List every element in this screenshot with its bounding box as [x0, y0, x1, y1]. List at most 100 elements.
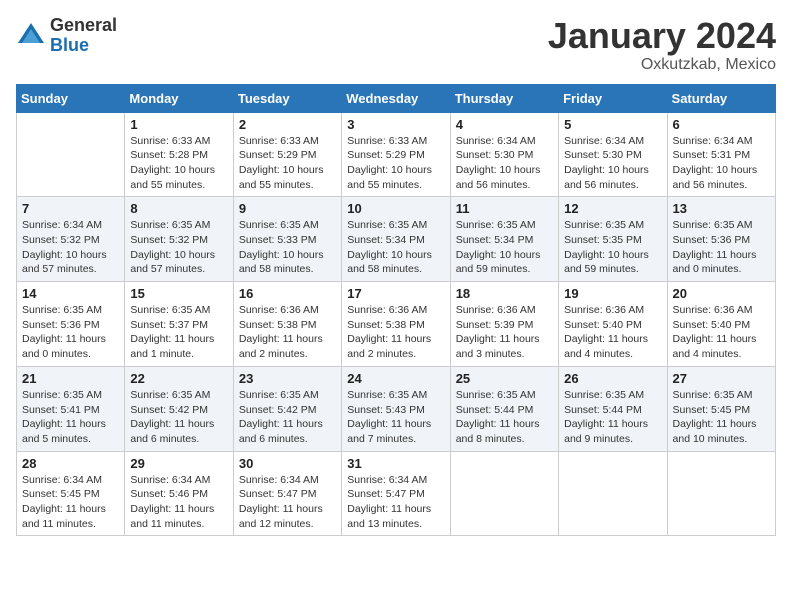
day-info: Sunrise: 6:34 AM Sunset: 5:31 PM Dayligh… [673, 134, 770, 193]
calendar-cell: 12 Sunrise: 6:35 AM Sunset: 5:35 PM Dayli… [559, 197, 667, 282]
logo-text: General Blue [50, 16, 117, 56]
calendar-cell [559, 451, 667, 536]
day-number: 16 [239, 286, 336, 301]
month-title: January 2024 [548, 16, 776, 56]
header-thursday: Thursday [450, 84, 558, 112]
calendar-cell: 25Sunrise: 6:35 AM Sunset: 5:44 PM Dayli… [450, 366, 558, 451]
day-info: Sunrise: 6:35 AM Sunset: 5:41 PM Dayligh… [22, 388, 119, 447]
day-info: Sunrise: 6:33 AM Sunset: 5:29 PM Dayligh… [347, 134, 444, 193]
day-number: 6 [673, 117, 770, 132]
page-header: General Blue January 2024 Oxkutzkab, Mex… [16, 16, 776, 74]
day-info: Sunrise: 6:35 AM Sunset: 5:36 PM Dayligh… [22, 303, 119, 362]
day-number: 2 [239, 117, 336, 132]
day-info: Sunrise: 6:35 AM Sunset: 5:35 PM Dayligh… [564, 218, 661, 277]
header-saturday: Saturday [667, 84, 775, 112]
day-info: Sunrise: 6:35 AM Sunset: 5:42 PM Dayligh… [130, 388, 227, 447]
day-info: Sunrise: 6:34 AM Sunset: 5:47 PM Dayligh… [239, 473, 336, 532]
day-number: 24 [347, 371, 444, 386]
calendar-cell [667, 451, 775, 536]
calendar-cell: 9Sunrise: 6:35 AM Sunset: 5:33 PM Daylig… [233, 197, 341, 282]
logo-blue: Blue [50, 36, 117, 56]
header-sunday: Sunday [17, 84, 125, 112]
day-info: Sunrise: 6:35 AM Sunset: 5:37 PM Dayligh… [130, 303, 227, 362]
calendar-cell: 4Sunrise: 6:34 AM Sunset: 5:30 PM Daylig… [450, 112, 558, 197]
day-number: 23 [239, 371, 336, 386]
day-number: 12 [564, 201, 661, 216]
calendar-cell: 23 Sunrise: 6:35 AM Sunset: 5:42 PM Dayli… [233, 366, 341, 451]
day-number: 4 [456, 117, 553, 132]
calendar-cell: 13Sunrise: 6:35 AM Sunset: 5:36 PM Dayli… [667, 197, 775, 282]
location: Oxkutzkab, Mexico [548, 56, 776, 74]
day-info: Sunrise: 6:34 AM Sunset: 5:30 PM Dayligh… [564, 134, 661, 193]
calendar-cell: 16Sunrise: 6:36 AM Sunset: 5:38 PM Dayli… [233, 282, 341, 367]
calendar-cell: 28Sunrise: 6:34 AM Sunset: 5:45 PM Dayli… [17, 451, 125, 536]
day-number: 29 [130, 456, 227, 471]
calendar-cell [450, 451, 558, 536]
day-number: 22 [130, 371, 227, 386]
calendar-cell: 11 Sunrise: 6:35 AM Sunset: 5:34 PM Dayli… [450, 197, 558, 282]
calendar-cell: 8 Sunrise: 6:35 AM Sunset: 5:32 PM Daylig… [125, 197, 233, 282]
day-number: 27 [673, 371, 770, 386]
day-info: Sunrise: 6:33 AM Sunset: 5:29 PM Dayligh… [239, 134, 336, 193]
calendar-cell: 14 Sunrise: 6:35 AM Sunset: 5:36 PM Dayli… [17, 282, 125, 367]
day-info: Sunrise: 6:35 AM Sunset: 5:43 PM Dayligh… [347, 388, 444, 447]
day-number: 13 [673, 201, 770, 216]
calendar-cell: 1Sunrise: 6:33 AM Sunset: 5:28 PM Daylig… [125, 112, 233, 197]
calendar-cell: 20Sunrise: 6:36 AM Sunset: 5:40 PM Dayli… [667, 282, 775, 367]
day-info: Sunrise: 6:33 AM Sunset: 5:28 PM Dayligh… [130, 134, 227, 193]
calendar-cell: 5 Sunrise: 6:34 AM Sunset: 5:30 PM Daylig… [559, 112, 667, 197]
header-tuesday: Tuesday [233, 84, 341, 112]
day-number: 26 [564, 371, 661, 386]
day-number: 14 [22, 286, 119, 301]
calendar-cell: 27 Sunrise: 6:35 AM Sunset: 5:45 PM Dayli… [667, 366, 775, 451]
day-number: 10 [347, 201, 444, 216]
calendar-cell: 19Sunrise: 6:36 AM Sunset: 5:40 PM Dayli… [559, 282, 667, 367]
day-info: Sunrise: 6:35 AM Sunset: 5:45 PM Dayligh… [673, 388, 770, 447]
logo-icon [16, 21, 46, 51]
calendar-cell: 29 Sunrise: 6:34 AM Sunset: 5:46 PM Dayli… [125, 451, 233, 536]
title-area: January 2024 Oxkutzkab, Mexico [548, 16, 776, 74]
day-info: Sunrise: 6:34 AM Sunset: 5:47 PM Dayligh… [347, 473, 444, 532]
day-number: 20 [673, 286, 770, 301]
day-number: 8 [130, 201, 227, 216]
day-info: Sunrise: 6:36 AM Sunset: 5:39 PM Dayligh… [456, 303, 553, 362]
day-info: Sunrise: 6:35 AM Sunset: 5:34 PM Dayligh… [347, 218, 444, 277]
week-row-4: 28Sunrise: 6:34 AM Sunset: 5:45 PM Dayli… [17, 451, 776, 536]
calendar-table: SundayMondayTuesdayWednesdayThursdayFrid… [16, 84, 776, 537]
calendar-cell: 26 Sunrise: 6:35 AM Sunset: 5:44 PM Dayli… [559, 366, 667, 451]
day-number: 21 [22, 371, 119, 386]
calendar-cell [17, 112, 125, 197]
day-number: 31 [347, 456, 444, 471]
week-row-3: 21 Sunrise: 6:35 AM Sunset: 5:41 PM Dayli… [17, 366, 776, 451]
calendar-cell: 15Sunrise: 6:35 AM Sunset: 5:37 PM Dayli… [125, 282, 233, 367]
day-number: 25 [456, 371, 553, 386]
week-row-0: 1Sunrise: 6:33 AM Sunset: 5:28 PM Daylig… [17, 112, 776, 197]
week-row-1: 7Sunrise: 6:34 AM Sunset: 5:32 PM Daylig… [17, 197, 776, 282]
day-number: 7 [22, 201, 119, 216]
header-friday: Friday [559, 84, 667, 112]
calendar-cell: 17Sunrise: 6:36 AM Sunset: 5:38 PM Dayli… [342, 282, 450, 367]
calendar-cell: 24 Sunrise: 6:35 AM Sunset: 5:43 PM Dayli… [342, 366, 450, 451]
calendar-cell: 7Sunrise: 6:34 AM Sunset: 5:32 PM Daylig… [17, 197, 125, 282]
header-row: SundayMondayTuesdayWednesdayThursdayFrid… [17, 84, 776, 112]
day-number: 18 [456, 286, 553, 301]
day-info: Sunrise: 6:35 AM Sunset: 5:44 PM Dayligh… [564, 388, 661, 447]
week-row-2: 14 Sunrise: 6:35 AM Sunset: 5:36 PM Dayli… [17, 282, 776, 367]
day-info: Sunrise: 6:35 AM Sunset: 5:32 PM Dayligh… [130, 218, 227, 277]
logo: General Blue [16, 16, 117, 56]
calendar-cell: 22 Sunrise: 6:35 AM Sunset: 5:42 PM Dayli… [125, 366, 233, 451]
day-info: Sunrise: 6:36 AM Sunset: 5:38 PM Dayligh… [347, 303, 444, 362]
calendar-cell: 30Sunrise: 6:34 AM Sunset: 5:47 PM Dayli… [233, 451, 341, 536]
day-info: Sunrise: 6:35 AM Sunset: 5:42 PM Dayligh… [239, 388, 336, 447]
header-monday: Monday [125, 84, 233, 112]
day-info: Sunrise: 6:35 AM Sunset: 5:33 PM Dayligh… [239, 218, 336, 277]
calendar-cell: 6 Sunrise: 6:34 AM Sunset: 5:31 PM Daylig… [667, 112, 775, 197]
day-number: 5 [564, 117, 661, 132]
day-number: 11 [456, 201, 553, 216]
calendar-cell: 21 Sunrise: 6:35 AM Sunset: 5:41 PM Dayli… [17, 366, 125, 451]
calendar-cell: 18 Sunrise: 6:36 AM Sunset: 5:39 PM Dayli… [450, 282, 558, 367]
day-info: Sunrise: 6:34 AM Sunset: 5:46 PM Dayligh… [130, 473, 227, 532]
calendar-cell: 3Sunrise: 6:33 AM Sunset: 5:29 PM Daylig… [342, 112, 450, 197]
calendar-cell: 10 Sunrise: 6:35 AM Sunset: 5:34 PM Dayli… [342, 197, 450, 282]
day-info: Sunrise: 6:35 AM Sunset: 5:34 PM Dayligh… [456, 218, 553, 277]
